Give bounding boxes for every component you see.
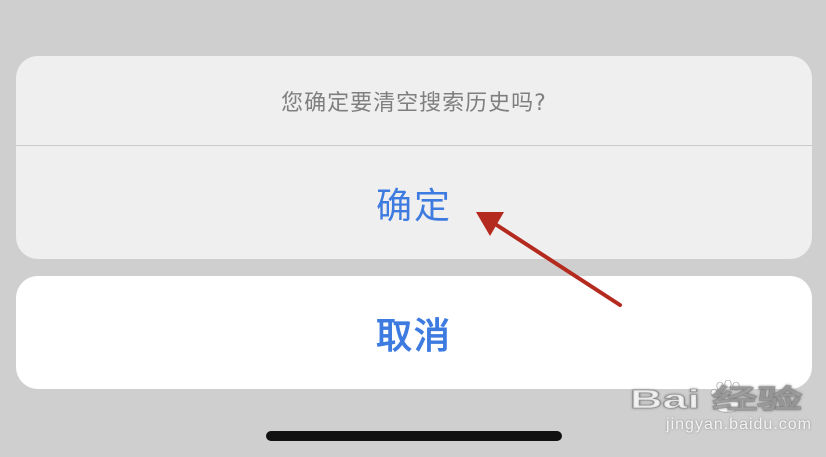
- action-sheet-group: 您确定要清空搜索历史吗? 确定: [16, 56, 812, 259]
- baidu-jingyan-watermark: Bai 经验 jingyan.baidu.com: [612, 362, 812, 442]
- confirm-button[interactable]: 确定: [16, 146, 812, 259]
- home-indicator[interactable]: [266, 431, 562, 441]
- dialog-message: 您确定要清空搜索历史吗?: [281, 90, 547, 116]
- baidu-jingyan-logo: Bai 经验: [630, 380, 802, 414]
- watermark-url: jingyan.baidu.com: [666, 416, 812, 433]
- watermark-logo-text: Bai 经验: [630, 384, 802, 414]
